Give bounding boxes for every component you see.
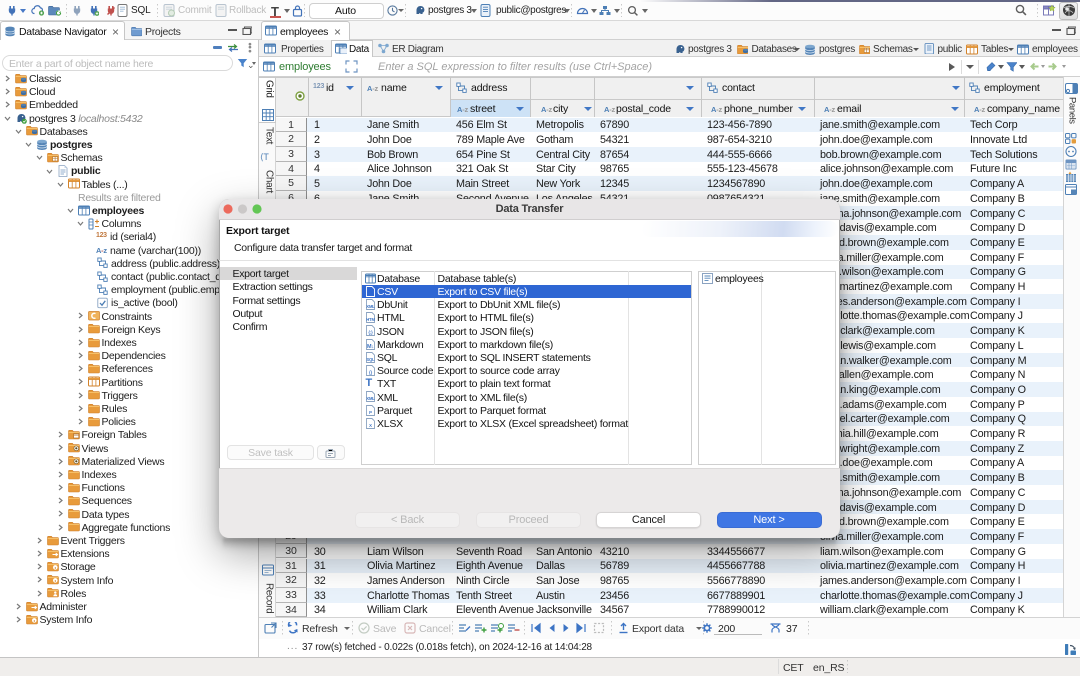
svg-text:XML: XML [366,396,375,401]
svg-text:X: X [369,423,372,428]
svg-text:M↓: M↓ [366,343,373,349]
svg-text:HTM: HTM [366,317,375,322]
svg-text:{;}: {;} [368,330,373,335]
svg-text:SQL: SQL [366,357,375,362]
svg-text:XML: XML [366,304,375,309]
svg-text:P: P [369,410,372,415]
svg-text:{}: {} [369,370,372,375]
